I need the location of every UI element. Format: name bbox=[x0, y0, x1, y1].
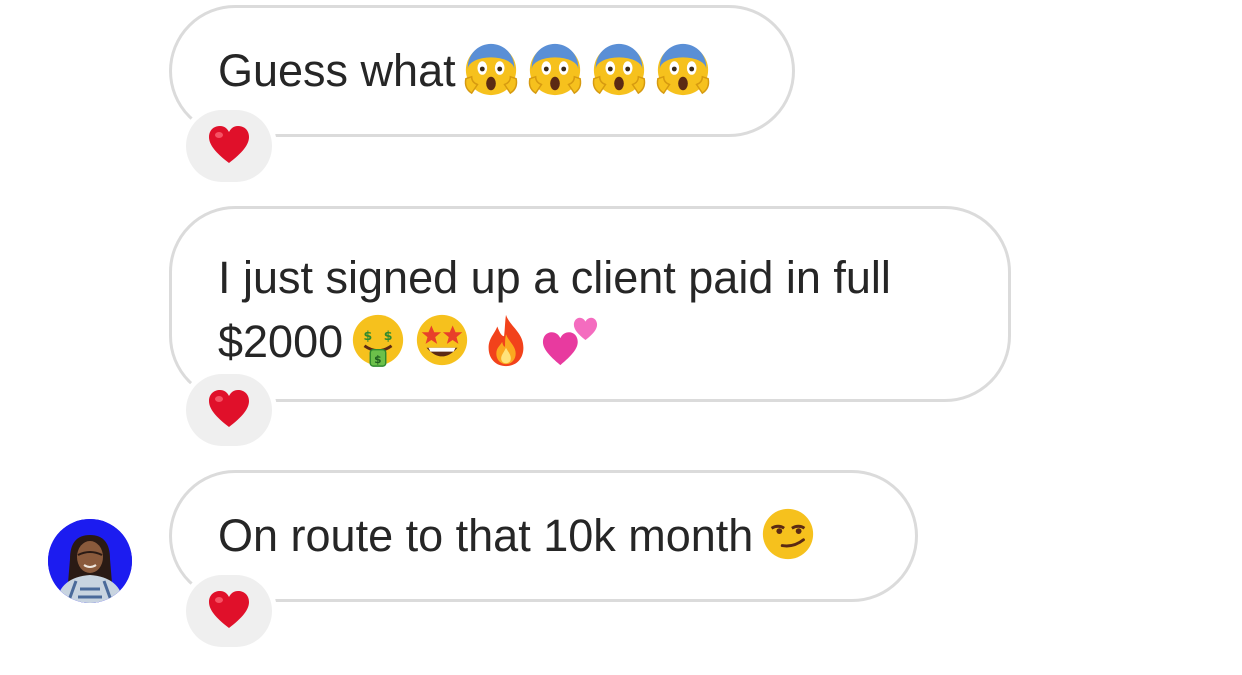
reaction-badge[interactable] bbox=[186, 575, 272, 647]
reaction-badge[interactable] bbox=[186, 110, 272, 182]
two-hearts-icon bbox=[541, 311, 599, 369]
avatar-photo bbox=[48, 519, 132, 603]
star-struck-face-icon bbox=[413, 311, 471, 369]
message-text-line-1: I just signed up a client paid in full bbox=[218, 252, 891, 303]
message-bubble[interactable]: Guess what bbox=[169, 5, 795, 137]
face-screaming-in-fear-icon bbox=[590, 40, 648, 98]
message-bubble[interactable]: I just signed up a client paid in full $… bbox=[169, 206, 1011, 402]
fire-icon bbox=[477, 311, 535, 369]
message-text-line-2: $2000 bbox=[218, 316, 344, 367]
message-text: Guess what bbox=[218, 45, 456, 96]
message-bubble[interactable]: On route to that 10k month bbox=[169, 470, 918, 602]
red-heart-icon bbox=[208, 389, 250, 434]
reaction-badge[interactable] bbox=[186, 374, 272, 446]
money-mouth-face-icon: $ $ $ bbox=[349, 311, 407, 369]
smirking-face-icon bbox=[759, 505, 817, 563]
face-screaming-in-fear-icon bbox=[462, 40, 520, 98]
svg-text:$: $ bbox=[374, 353, 381, 366]
face-screaming-in-fear-icon bbox=[654, 40, 712, 98]
face-screaming-in-fear-icon bbox=[526, 40, 584, 98]
red-heart-icon bbox=[208, 590, 250, 635]
svg-text:$: $ bbox=[364, 328, 373, 343]
avatar[interactable] bbox=[48, 519, 132, 603]
red-heart-icon bbox=[208, 125, 250, 170]
message-text: On route to that 10k month bbox=[218, 510, 754, 561]
svg-text:$: $ bbox=[384, 328, 393, 343]
